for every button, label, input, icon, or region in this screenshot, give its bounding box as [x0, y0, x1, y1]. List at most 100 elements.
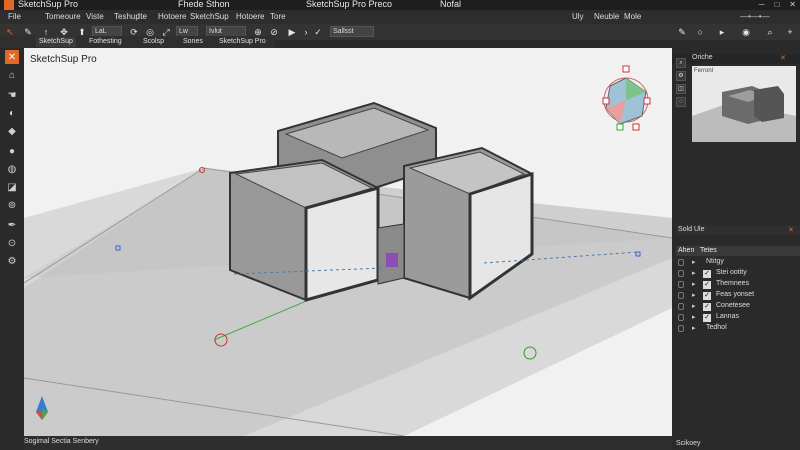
close-panel-icon[interactable]: ✕	[780, 54, 786, 62]
layer-checkbox[interactable]: ✓	[703, 281, 711, 289]
app-logo-icon	[4, 0, 14, 10]
expand-icon[interactable]: ▸	[692, 269, 696, 277]
settings-icon[interactable]: ⚙	[5, 254, 19, 268]
visibility-icon[interactable]	[678, 325, 684, 332]
tab-scolsp[interactable]: Scolsp	[140, 37, 167, 47]
section-title: Sold Ule	[678, 226, 705, 233]
selection-marker	[386, 253, 398, 267]
arrow-right-icon[interactable]: ▸	[716, 26, 728, 38]
layer-checkbox[interactable]: ✓	[703, 292, 711, 300]
menu-neuble[interactable]: Neuble	[594, 12, 619, 21]
tab-fothesting[interactable]: Fothesting	[86, 37, 125, 47]
expand-icon[interactable]: ▸	[692, 302, 696, 310]
home-icon[interactable]: ⌂	[5, 68, 19, 82]
check-icon[interactable]: ✓	[312, 26, 324, 38]
close-tool-icon[interactable]: ✕	[5, 50, 19, 64]
menu-teshup[interactable]: Teshup	[114, 12, 140, 21]
visibility-icon[interactable]	[678, 314, 684, 321]
view-cube[interactable]	[602, 65, 651, 131]
app-title: SketchSup Pro	[18, 0, 79, 9]
menu-hotoere[interactable]: Hotoere	[158, 12, 186, 21]
window-title-mid: Fhede Sthon	[178, 0, 230, 9]
menu-bar: File Tomeoure Viste Teshup Ite Hotoere S…	[0, 10, 800, 24]
layer-list: ▸ Ntitgy ▸ ✓ Stei ootity ▸ ✓ Themnees ▸ …	[676, 258, 800, 335]
status-right-text: Scikoey	[676, 440, 701, 447]
layer-row[interactable]: ▸ ✓ Stei ootity	[676, 269, 800, 280]
visibility-icon[interactable]	[678, 259, 684, 266]
layer-checkbox[interactable]: ✓	[703, 303, 711, 311]
expand-icon[interactable]: ▸	[692, 258, 696, 266]
document-title: SketchSup Pro Preco	[306, 0, 393, 9]
layer-row[interactable]: ▸ Tedhol	[676, 324, 800, 335]
layer-row[interactable]: ▸ ✓ Feas yonset	[676, 291, 800, 302]
tab-tetes[interactable]: Tetes	[700, 247, 717, 254]
secondary-toolbar: SketchSup Fothesting Scolsp Sones Sketch…	[0, 36, 275, 48]
eye-icon[interactable]: ◉	[740, 26, 752, 38]
hand-icon[interactable]: ☚	[5, 88, 19, 102]
gem-icon[interactable]: ◆	[5, 124, 19, 138]
circle-icon[interactable]: ○	[694, 26, 706, 38]
layer-row[interactable]: ▸ ✓ Lannas	[676, 313, 800, 324]
layer-name: Conetesee	[716, 302, 750, 309]
layer-name: Ntitgy	[706, 258, 724, 265]
layer-row[interactable]: ▸ Ntitgy	[676, 258, 800, 269]
menu-uly[interactable]: Uly	[572, 12, 584, 21]
visibility-icon[interactable]	[678, 303, 684, 310]
chevron-icon[interactable]: ›	[300, 26, 312, 38]
menu-ite[interactable]: Ite	[138, 12, 147, 21]
pencil-icon[interactable]: ✎	[676, 26, 688, 38]
plus-icon[interactable]: +	[784, 26, 796, 38]
maximize-icon[interactable]: □	[774, 0, 779, 9]
play-icon[interactable]: ▶	[286, 26, 298, 38]
lock-icon[interactable]: ⊙	[5, 236, 19, 250]
expand-icon[interactable]: ▸	[692, 324, 696, 332]
expand-icon[interactable]: ▸	[692, 291, 696, 299]
model-canvas[interactable]	[24, 48, 672, 436]
window-controls: ─ □ ✕	[759, 0, 796, 9]
layer-checkbox[interactable]: ✓	[703, 270, 711, 278]
menu-tomeoure[interactable]: Tomeoure	[45, 12, 81, 21]
expand-icon[interactable]: ▸	[692, 313, 696, 321]
visibility-icon[interactable]	[678, 270, 684, 277]
tape-icon[interactable]: ⊚	[5, 198, 19, 212]
menu-file[interactable]: File	[8, 12, 21, 21]
menu-hotoere-2[interactable]: Hotoere	[236, 12, 264, 21]
title-bar: SketchSup Pro Fhede Sthon SketchSup Pro …	[0, 0, 800, 10]
pen-icon[interactable]: ✒	[5, 218, 19, 232]
menu-mole[interactable]: Mole	[624, 12, 641, 21]
visibility-icon[interactable]	[678, 281, 684, 288]
search-icon[interactable]: ⌕	[676, 58, 686, 68]
menu-viste[interactable]: Viste	[86, 12, 104, 21]
menu-sketchsup[interactable]: SketchSup	[190, 12, 229, 21]
layer-row[interactable]: ▸ ✓ Conetesee	[676, 302, 800, 313]
layer-name: Stei ootity	[716, 269, 747, 276]
tab-sketchsup[interactable]: SketchSup	[36, 37, 76, 47]
shapes-icon[interactable]: ◌	[676, 97, 686, 107]
settings-icon[interactable]: ⚙	[676, 71, 686, 81]
slider-track-icon[interactable]: ―•―•―	[740, 12, 770, 21]
menu-tore[interactable]: Tore	[270, 12, 286, 21]
circle-tool-icon[interactable]: ●	[5, 144, 19, 158]
minimize-icon[interactable]: ─	[759, 0, 765, 9]
close-section-icon[interactable]: ✕	[788, 226, 794, 234]
left-toolbar: ✕ ⌂ ☚ ◐ ◆ ● ◍ ◪ ⊚ ✒ ⊙ ⚙	[0, 48, 24, 440]
close-icon[interactable]: ✕	[789, 0, 796, 9]
layer-checkbox[interactable]: ✓	[703, 314, 711, 322]
layer-name: Tedhol	[706, 324, 727, 331]
tab-sketchsup-pro[interactable]: SketchSup Pro	[216, 37, 269, 47]
scene-preview[interactable]: Ferronl	[692, 66, 796, 142]
expand-icon[interactable]: ▸	[692, 280, 696, 288]
search-icon[interactable]: ⌕	[764, 26, 776, 38]
paint-bucket-icon[interactable]: ◪	[5, 180, 19, 194]
field-sallsst[interactable]: Sallsst	[330, 26, 374, 37]
shapes-icon[interactable]: ◐	[5, 106, 19, 120]
visibility-icon[interactable]	[678, 292, 684, 299]
preview-canvas	[692, 86, 796, 142]
layer-row[interactable]: ▸ ✓ Themnees	[676, 280, 800, 291]
title-right: Nofal	[440, 0, 462, 9]
tab-sones[interactable]: Sones	[180, 37, 206, 47]
sphere-icon[interactable]: ◍	[5, 162, 19, 176]
tab-ahen[interactable]: Ahen	[678, 247, 694, 254]
camera-icon[interactable]: ◫	[676, 84, 686, 94]
3d-viewport[interactable]: SketchSup Pro	[24, 48, 672, 436]
